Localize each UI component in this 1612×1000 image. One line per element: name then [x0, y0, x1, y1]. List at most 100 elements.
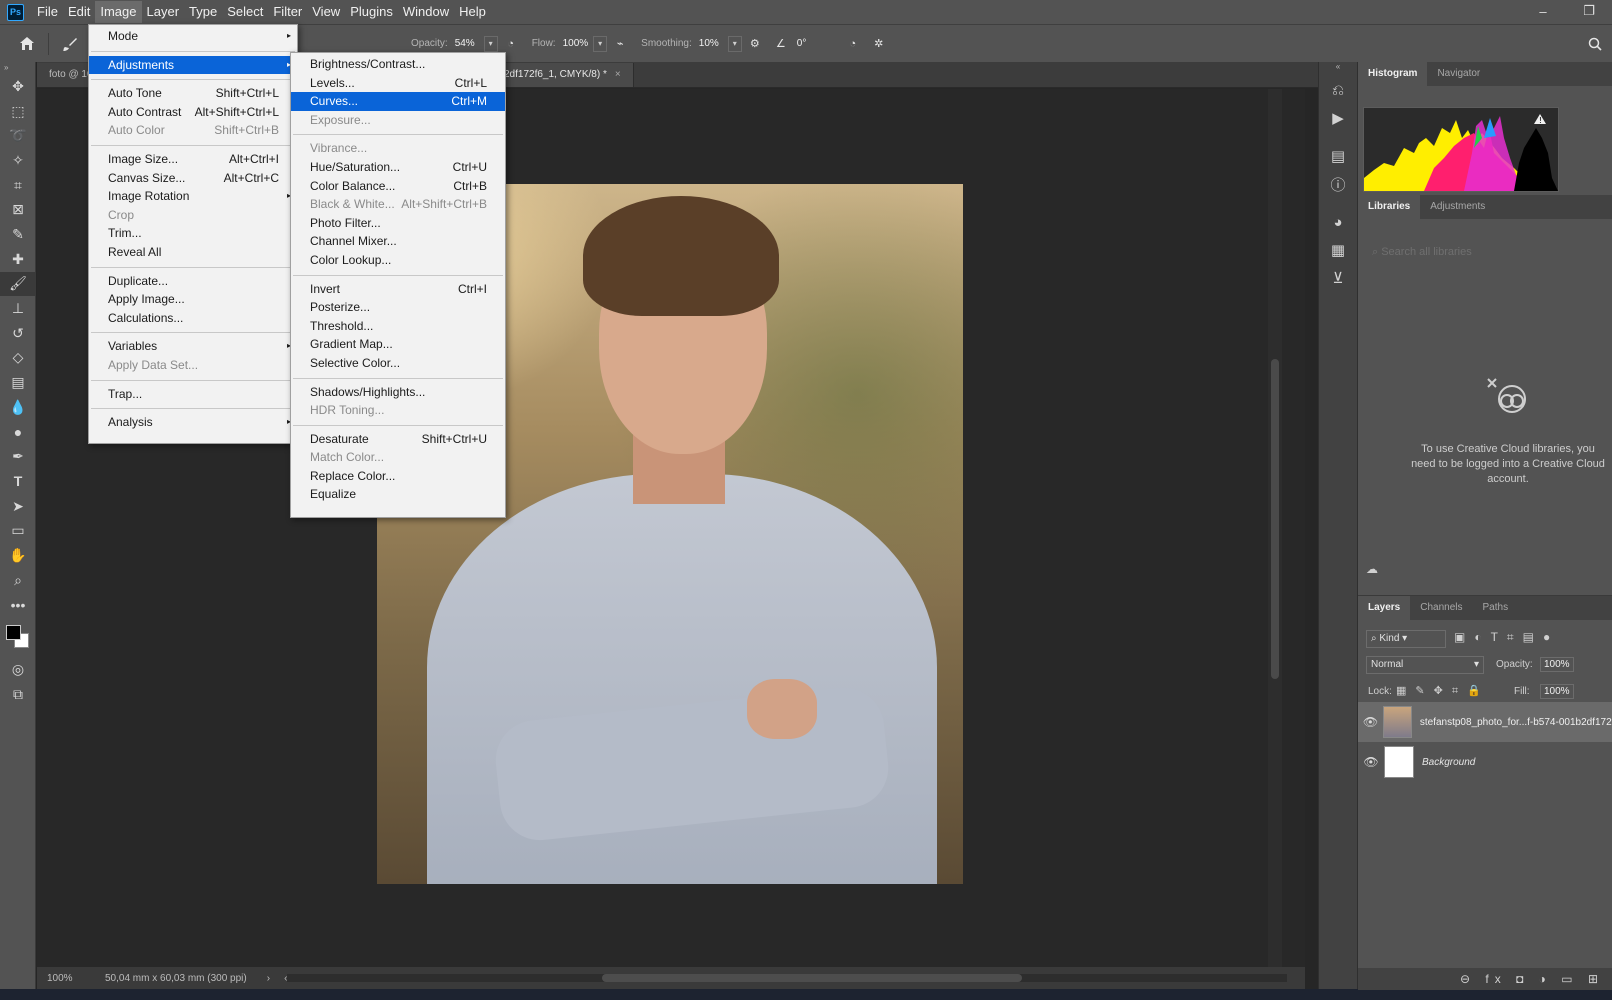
actions-panel-icon[interactable]: ▶	[1319, 104, 1357, 132]
menu-item-channel-mixer[interactable]: Channel Mixer...	[291, 232, 505, 251]
menu-item-gradient-map[interactable]: Gradient Map...	[291, 335, 505, 354]
menu-filter[interactable]: Filter	[268, 1, 307, 23]
move-tool-icon[interactable]: ✥	[0, 74, 36, 99]
visibility-eye-icon[interactable]: 👁	[1358, 755, 1384, 769]
menu-window[interactable]: Window	[398, 1, 454, 23]
blur-tool-icon[interactable]: 💧	[0, 395, 36, 420]
layer-row-background[interactable]: 👁 Background	[1358, 742, 1612, 782]
menu-item-exposure[interactable]: Exposure...	[291, 111, 505, 130]
menu-item-levels[interactable]: Levels... Ctrl+L	[291, 74, 505, 93]
menu-item-apply-image[interactable]: Apply Image...	[89, 290, 297, 309]
menu-select[interactable]: Select	[222, 1, 268, 23]
menu-item-apply-data-set[interactable]: Apply Data Set...	[89, 356, 297, 375]
more-tools-icon[interactable]: •••	[0, 592, 36, 617]
info-panel-icon[interactable]: ⓘ	[1319, 170, 1357, 198]
restore-button[interactable]: ❐	[1566, 0, 1612, 22]
lasso-tool-icon[interactable]: ➰	[0, 123, 36, 148]
vertical-scroll-thumb[interactable]	[1271, 359, 1279, 679]
library-search-input[interactable]: ⌕ Search all libraries	[1366, 240, 1606, 264]
marquee-tool-icon[interactable]: ⬚	[0, 99, 36, 124]
menu-item-auto-contrast[interactable]: Auto Contrast Alt+Shift+Ctrl+L	[89, 103, 297, 122]
menu-item-image-rotation[interactable]: Image Rotation ▸	[89, 187, 297, 206]
menu-view[interactable]: View	[307, 1, 345, 23]
menu-item-crop[interactable]: Crop	[89, 206, 297, 225]
menu-item-adjustments[interactable]: Adjustments ▸	[89, 55, 297, 75]
menu-edit[interactable]: Edit	[63, 1, 95, 23]
menu-item-auto-tone[interactable]: Auto Tone Shift+Ctrl+L	[89, 84, 297, 103]
menu-plugins[interactable]: Plugins	[345, 1, 398, 23]
tab-channels[interactable]: Channels	[1410, 596, 1472, 620]
smoothing-field[interactable]: 10%	[695, 36, 726, 51]
menu-item-trap[interactable]: Trap...	[89, 385, 297, 404]
brush-tool-icon[interactable]	[57, 36, 83, 52]
swatches-panel-icon[interactable]: ▦	[1319, 236, 1357, 264]
menu-item-brightness-contrast[interactable]: Brightness/Contrast...	[291, 55, 505, 74]
menu-item-calculations[interactable]: Calculations...	[89, 309, 297, 328]
screen-mode-icon[interactable]: ⧉	[0, 682, 36, 707]
pressure-opacity-icon[interactable]: ◔	[498, 38, 524, 50]
menu-item-equalize[interactable]: Equalize	[291, 485, 505, 504]
foreground-color-swatch[interactable]	[6, 625, 21, 641]
tab-navigator[interactable]: Navigator	[1427, 62, 1490, 86]
zoom-tool-icon[interactable]: ⌕	[0, 568, 36, 593]
brush-mode-dropdown[interactable]	[283, 41, 403, 46]
layer-filter-icons[interactable]: ▣◐T⌗▤●	[1454, 630, 1559, 645]
close-tab-icon[interactable]: ×	[615, 69, 621, 80]
menu-item-trim[interactable]: Trim...	[89, 224, 297, 243]
menu-item-auto-color[interactable]: Auto Color Shift+Ctrl+B	[89, 121, 297, 140]
eraser-tool-icon[interactable]: ◇	[0, 346, 36, 371]
menu-item-hue-saturation[interactable]: Hue/Saturation... Ctrl+U	[291, 158, 505, 177]
menu-item-analysis[interactable]: Analysis ▸	[89, 413, 297, 432]
color-swatches[interactable]	[0, 617, 35, 657]
layer-row-photo[interactable]: 👁 stefanstp08_photo_for...f-b574-001b2df…	[1358, 702, 1612, 742]
path-selection-tool-icon[interactable]: ➤	[0, 494, 36, 519]
horizontal-scroll-thumb[interactable]	[602, 974, 1022, 982]
styles-panel-icon[interactable]: ⊻	[1319, 264, 1357, 292]
menu-item-shadows-highlights[interactable]: Shadows/Highlights...	[291, 383, 505, 402]
airbrush-icon[interactable]: ⌁	[607, 37, 633, 50]
flow-caret-icon[interactable]: ▾	[593, 35, 608, 52]
status-menu-arrow[interactable]: ›	[267, 973, 270, 984]
menu-item-color-balance[interactable]: Color Balance... Ctrl+B	[291, 177, 505, 196]
home-icon[interactable]	[14, 36, 40, 51]
menu-item-variables[interactable]: Variables ▸	[89, 337, 297, 356]
toolbar-collapse-icon[interactable]: »	[0, 62, 35, 74]
visibility-eye-icon[interactable]: 👁	[1358, 715, 1383, 729]
menu-item-black-white[interactable]: Black & White... Alt+Shift+Ctrl+B	[291, 195, 505, 214]
history-brush-tool-icon[interactable]: ↺	[0, 321, 36, 346]
blend-mode-dropdown[interactable]: Normal ▾	[1366, 656, 1484, 674]
tab-histogram[interactable]: Histogram	[1358, 62, 1428, 86]
menu-item-threshold[interactable]: Threshold...	[291, 317, 505, 336]
search-icon[interactable]	[1582, 37, 1608, 51]
color-panel-icon[interactable]: ◕	[1319, 208, 1357, 236]
menu-help[interactable]: Help	[454, 1, 491, 23]
pen-tool-icon[interactable]: ✒	[0, 444, 36, 469]
menu-item-image-size[interactable]: Image Size... Alt+Ctrl+I	[89, 150, 297, 169]
smoothing-caret-icon[interactable]: ▾	[727, 35, 742, 52]
menu-item-selective-color[interactable]: Selective Color...	[291, 354, 505, 373]
menu-file[interactable]: File	[32, 1, 63, 23]
magic-wand-tool-icon[interactable]: ✧	[0, 148, 36, 173]
gradient-tool-icon[interactable]: ▤	[0, 370, 36, 395]
type-tool-icon[interactable]: T	[0, 469, 36, 494]
fill-field[interactable]: 100%	[1540, 684, 1574, 699]
clone-stamp-tool-icon[interactable]: ⊥	[0, 296, 36, 321]
frame-tool-icon[interactable]: ⊠	[0, 197, 36, 222]
menu-item-hdr-toning[interactable]: HDR Toning...	[291, 401, 505, 420]
dock-collapse-icon[interactable]: «	[1319, 62, 1357, 76]
tab-paths[interactable]: Paths	[1473, 596, 1519, 620]
menu-layer[interactable]: Layer	[142, 1, 185, 23]
layer-opacity-field[interactable]: 100%	[1540, 657, 1574, 672]
document-tab-foto[interactable]: foto @ 10	[37, 63, 92, 87]
layers-footer-icons[interactable]: ⊖ fx ◘ ◑ ▭ ⊞	[1358, 968, 1612, 990]
zoom-level[interactable]: 100%	[47, 973, 97, 984]
brush-tool-icon[interactable]: 🖌	[0, 271, 36, 297]
menu-item-duplicate[interactable]: Duplicate...	[89, 272, 297, 291]
pressure-size-icon[interactable]: ◔	[840, 38, 866, 50]
menu-item-vibrance[interactable]: Vibrance...	[291, 139, 505, 158]
tab-adjustments[interactable]: Adjustments	[1420, 195, 1495, 219]
horizontal-scrollbar[interactable]	[287, 974, 1287, 982]
symmetry-icon[interactable]: ✲	[866, 37, 892, 50]
menu-item-canvas-size[interactable]: Canvas Size... Alt+Ctrl+C	[89, 169, 297, 188]
eyedropper-tool-icon[interactable]: ✎	[0, 222, 36, 247]
